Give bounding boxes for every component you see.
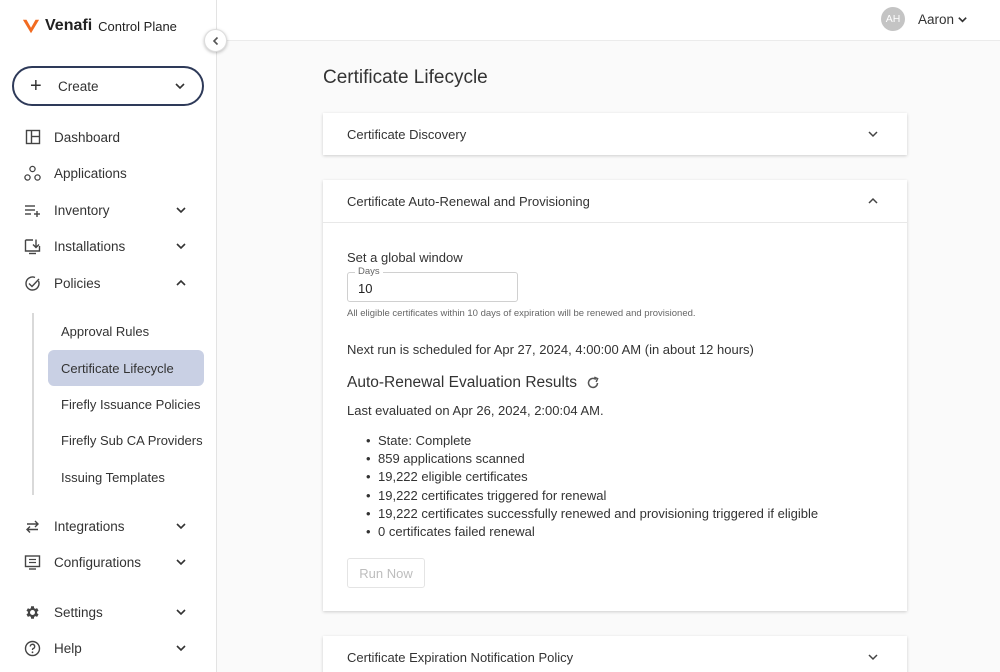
results-list: State: Complete 859 applications scanned… [347,432,818,541]
sidebar-item-approval-rules[interactable]: Approval Rules [48,313,204,349]
integrations-icon [24,518,41,535]
chevron-left-icon [212,36,218,45]
panel-title: Certificate Expiration Notification Poli… [347,649,574,665]
chevron-down-icon [176,243,186,250]
policy-check-icon [24,275,41,292]
sidebar-item-firefly-issuance-policies[interactable]: Firefly Issuance Policies [48,386,204,422]
nav-label: Configurations [54,554,142,570]
list-item: 0 certificates failed renewal [347,523,818,541]
last-evaluated-text: Last evaluated on Apr 26, 2024, 2:00:04 … [347,403,604,418]
nav-label: Settings [54,604,103,620]
chevron-down-icon [176,207,186,214]
panel-expiration-notification: Certificate Expiration Notification Poli… [323,636,907,672]
chevron-down-icon [175,83,185,90]
nav-item-installations[interactable]: Installations [0,230,216,262]
collapse-sidebar-button[interactable] [204,29,227,52]
results-title: Auto-Renewal Evaluation Results [347,374,578,391]
sidebar-item-issuing-templates[interactable]: Issuing Templates [48,459,204,495]
nav-label: Integrations [54,518,125,534]
list-item: 19,222 eligible certificates [347,468,818,486]
create-button[interactable]: + Create [12,66,204,106]
chevron-down-icon [868,131,878,138]
dashboard-icon [24,129,41,146]
user-menu-name[interactable]: Aaron [918,12,954,27]
brand-product: Control Plane [98,18,177,34]
list-item: 859 applications scanned [347,450,818,468]
nav-item-applications[interactable]: Applications [0,157,216,189]
chevron-down-icon [176,645,186,652]
nav-label: Help [54,640,82,656]
nav-item-inventory[interactable]: Inventory [0,194,216,226]
chevron-down-icon [868,654,878,661]
days-input[interactable]: Days 10 [347,266,518,302]
plus-icon: + [30,75,42,97]
applications-icon [24,165,41,182]
page-title: Certificate Lifecycle [323,67,488,88]
nav-item-dashboard[interactable]: Dashboard [0,121,216,153]
nav-item-policies[interactable]: Policies [0,267,216,299]
nav-label: Dashboard [54,129,121,145]
chevron-down-icon [176,523,186,530]
configurations-icon [24,554,41,571]
nav-item-help[interactable]: Help [0,632,216,664]
top-bar: AH Aaron [217,0,1000,41]
panel-header-auto-renewal[interactable]: Certificate Auto-Renewal and Provisionin… [323,180,907,222]
nav-label: Inventory [54,202,110,218]
list-item: 19,222 certificates successfully renewed… [347,505,818,523]
panel-auto-renewal: Certificate Auto-Renewal and Provisionin… [323,180,907,611]
nav-item-settings[interactable]: Settings [0,596,216,628]
next-run-text: Next run is scheduled for Apr 27, 2024, … [347,342,754,357]
chevron-down-icon [176,609,186,616]
brand-name: Venafi [45,17,93,34]
results-heading: Auto-Renewal Evaluation Results [347,374,600,392]
nav-item-configurations[interactable]: Configurations [0,546,216,578]
chevron-down-icon [176,559,186,566]
chevron-down-icon[interactable] [957,14,968,25]
panel-header-certificate-discovery[interactable]: Certificate Discovery [323,113,907,155]
sidebar-item-firefly-sub-ca-providers[interactable]: Firefly Sub CA Providers [48,422,204,458]
refresh-icon[interactable] [586,376,600,390]
brand-logo[interactable]: Venafi Control Plane [22,17,177,35]
nav-label: Policies [54,275,101,291]
panel-header-expiration-notification[interactable]: Certificate Expiration Notification Poli… [323,636,907,672]
panel-divider [323,222,907,223]
days-value: 10 [358,281,373,296]
sidebar: Venafi Control Plane + Create Dashboard … [0,0,217,672]
nav-label: Installations [54,238,126,254]
days-field-label: Days [355,266,383,278]
submenu-rail [32,313,34,495]
panel-title: Certificate Discovery [347,126,467,142]
installations-icon [24,238,41,255]
chevron-up-icon [868,197,878,204]
inventory-icon [24,202,41,219]
venafi-logo-icon [22,19,40,34]
create-label: Create [58,78,99,94]
nav-item-integrations[interactable]: Integrations [0,510,216,542]
run-now-button[interactable]: Run Now [347,558,425,588]
gear-icon [24,604,41,621]
sidebar-item-certificate-lifecycle[interactable]: Certificate Lifecycle [48,350,204,386]
avatar[interactable]: AH [881,7,905,31]
list-item: 19,222 certificates triggered for renewa… [347,487,818,505]
list-item: State: Complete [347,432,818,450]
panel-certificate-discovery: Certificate Discovery [323,113,907,155]
help-icon [24,640,41,657]
panel-title: Certificate Auto-Renewal and Provisionin… [347,193,590,209]
chevron-up-icon [176,279,186,286]
global-window-label: Set a global window [347,250,463,265]
nav-label: Applications [54,165,127,181]
days-helper-text: All eligible certificates within 10 days… [347,308,696,319]
